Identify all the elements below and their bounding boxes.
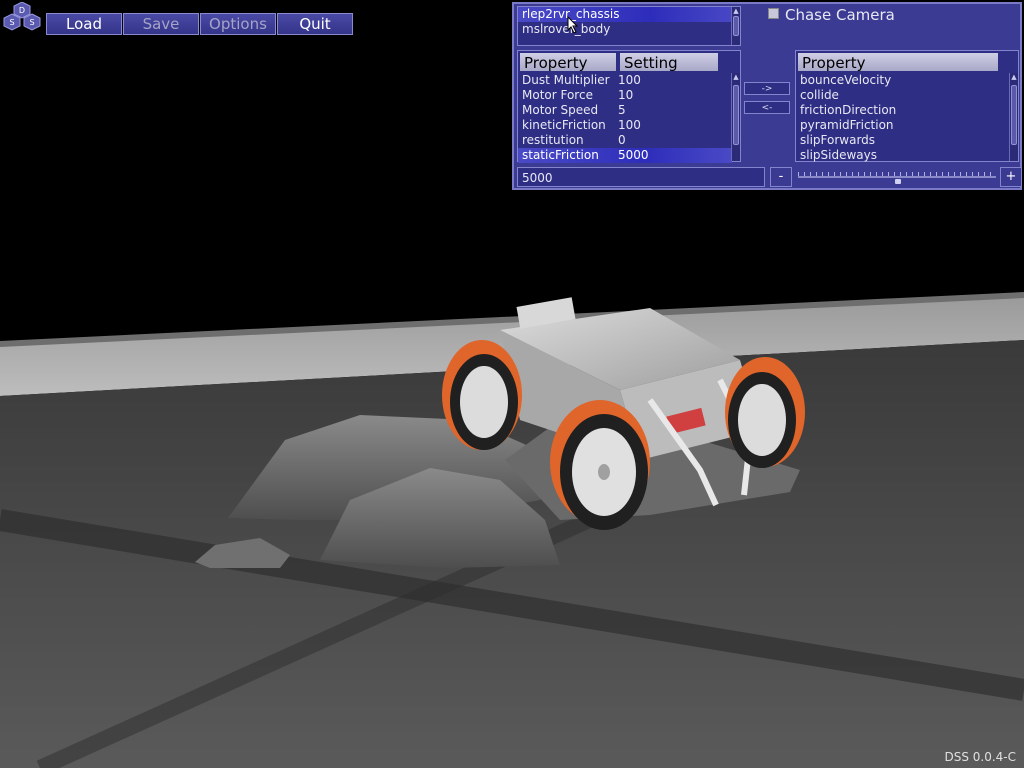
slider-track[interactable] xyxy=(798,176,996,178)
scroll-thumb[interactable] xyxy=(1011,85,1017,145)
property-panel: rlep2rvr_chassis mslrover_body ▲ Chase C… xyxy=(512,2,1022,190)
logo-letter: S xyxy=(29,18,34,27)
right-table-scrollbar[interactable]: ▲ xyxy=(1009,73,1018,161)
logo-letter: S xyxy=(9,18,14,27)
increase-button[interactable]: + xyxy=(1000,167,1022,187)
save-button[interactable]: Save xyxy=(123,13,199,35)
main-toolbar: Load Save Options Quit xyxy=(46,13,353,35)
scroll-up-icon[interactable]: ▲ xyxy=(1010,73,1018,81)
left-table-scrollbar[interactable]: ▲ xyxy=(731,73,740,161)
table-row[interactable]: frictionDirection xyxy=(796,103,1010,118)
scroll-thumb[interactable] xyxy=(733,85,739,145)
scroll-up-icon[interactable]: ▲ xyxy=(732,73,740,81)
dss-logo: D S S xyxy=(3,2,41,31)
chase-camera-checkbox[interactable] xyxy=(768,8,779,19)
property-column-header[interactable]: Property xyxy=(520,53,616,72)
scroll-up-icon[interactable]: ▲ xyxy=(732,7,740,15)
options-button[interactable]: Options xyxy=(200,13,276,35)
slider-ticks xyxy=(798,172,996,176)
table-row[interactable]: slipSideways xyxy=(796,148,1010,163)
decrease-button[interactable]: - xyxy=(770,167,792,187)
value-input[interactable]: 5000 xyxy=(517,167,765,187)
logo-letter: D xyxy=(19,6,25,15)
table-row-selected[interactable]: staticFriction 5000 xyxy=(518,148,732,163)
mouse-cursor-icon xyxy=(567,16,579,34)
object-list[interactable]: rlep2rvr_chassis mslrover_body ▲ xyxy=(517,6,741,46)
right-property-table[interactable]: Property bounceVelocity collide friction… xyxy=(795,50,1019,162)
object-list-item[interactable]: mslrover_body xyxy=(518,22,740,37)
load-button[interactable]: Load xyxy=(46,13,122,35)
table-row[interactable]: Motor Force 10 xyxy=(518,88,732,103)
table-row[interactable]: collide xyxy=(796,88,1010,103)
scroll-thumb[interactable] xyxy=(733,16,739,36)
object-list-scrollbar[interactable]: ▲ xyxy=(731,7,740,45)
rover-wheel-back-left xyxy=(442,340,522,450)
property-column-header[interactable]: Property xyxy=(798,53,998,72)
table-row[interactable]: restitution 0 xyxy=(518,133,732,148)
value-slider[interactable] xyxy=(798,170,996,184)
object-list-item[interactable]: rlep2rvr_chassis xyxy=(518,7,740,22)
move-left-button[interactable]: <- xyxy=(744,101,790,114)
chase-camera-label[interactable]: Chase Camera xyxy=(785,6,895,24)
table-row[interactable]: Motor Speed 5 xyxy=(518,103,732,118)
table-row[interactable]: kineticFriction 100 xyxy=(518,118,732,133)
setting-column-header[interactable]: Setting xyxy=(620,53,718,72)
quit-button[interactable]: Quit xyxy=(277,13,353,35)
move-right-button[interactable]: -> xyxy=(744,82,790,95)
table-row[interactable]: slipForwards xyxy=(796,133,1010,148)
table-row[interactable]: bounceVelocity xyxy=(796,73,1010,88)
table-row[interactable]: pyramidFriction xyxy=(796,118,1010,133)
version-label: DSS 0.0.4-C xyxy=(944,750,1016,764)
left-property-table[interactable]: Property Setting Dust Multiplier 100 Moto… xyxy=(517,50,741,163)
slider-handle[interactable] xyxy=(895,179,901,184)
table-row[interactable]: Dust Multiplier 100 xyxy=(518,73,732,88)
